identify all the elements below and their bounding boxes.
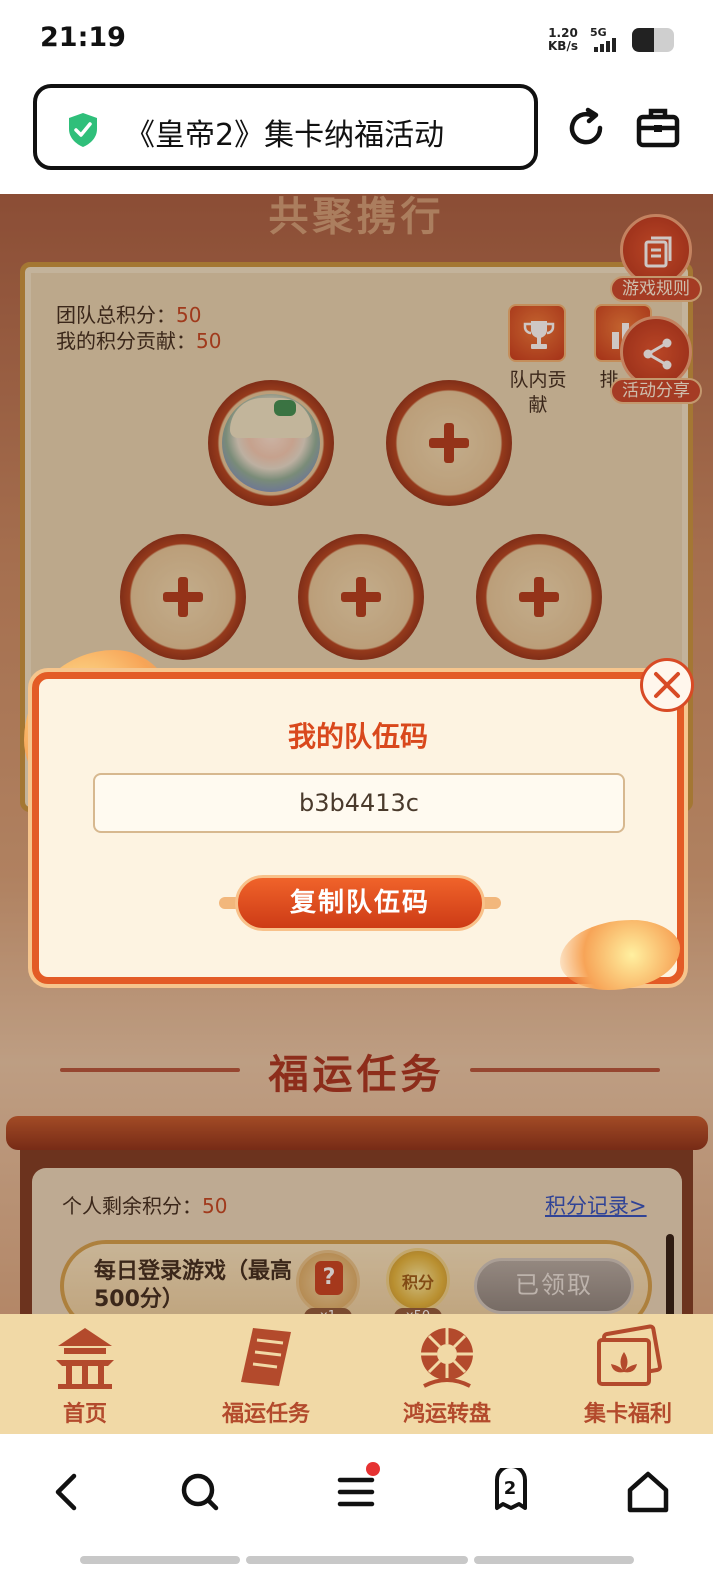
status-bar: 21:19 1.20 KB/s 5G: [0, 0, 720, 80]
nav-wheel[interactable]: 鸿运转盘: [382, 1314, 512, 1434]
wheel-icon: [421, 1328, 473, 1388]
home-icon[interactable]: [620, 1464, 676, 1520]
game-bottom-nav: 首页 福运任务 鸿运转盘 集卡福利: [0, 1314, 713, 1434]
scroll-icon: [241, 1328, 291, 1386]
copy-team-code-button[interactable]: 复制队伍码: [235, 875, 485, 931]
nav-cards[interactable]: 集卡福利: [563, 1314, 693, 1434]
gesture-bar: [474, 1556, 634, 1564]
browser-bottom-bar: 2: [0, 1434, 720, 1584]
tab-count: 2: [503, 1478, 517, 1499]
tabs-button[interactable]: 2: [492, 1464, 548, 1520]
battery-icon: [632, 28, 674, 52]
status-time: 21:19: [40, 22, 126, 53]
url-field[interactable]: 《皇帝2》集卡纳福活动: [33, 84, 538, 170]
team-code-field[interactable]: b3b4413c: [93, 773, 625, 833]
nav-tasks[interactable]: 福运任务: [201, 1314, 331, 1434]
nav-home[interactable]: 首页: [20, 1314, 150, 1434]
back-icon[interactable]: [40, 1464, 96, 1520]
toolbox-icon[interactable]: [634, 104, 682, 152]
search-icon[interactable]: [172, 1464, 228, 1520]
signal-icon: 5G: [590, 26, 626, 54]
gesture-bar: [80, 1556, 240, 1564]
shield-check-icon: [69, 113, 97, 147]
notification-dot: [366, 1462, 380, 1476]
page-title: 《皇帝2》集卡纳福活动: [125, 118, 445, 153]
dialog-title: 我的队伍码: [287, 720, 428, 753]
network-speed: 1.20 KB/s: [548, 26, 578, 53]
gesture-bar: [246, 1556, 468, 1564]
reload-icon[interactable]: [562, 104, 610, 152]
pavilion-icon: [56, 1328, 114, 1389]
close-icon: [654, 672, 680, 698]
card-icon: [597, 1324, 662, 1386]
browser-address-bar: 《皇帝2》集卡纳福活动: [0, 80, 720, 194]
dialog-close-button[interactable]: [640, 658, 694, 712]
